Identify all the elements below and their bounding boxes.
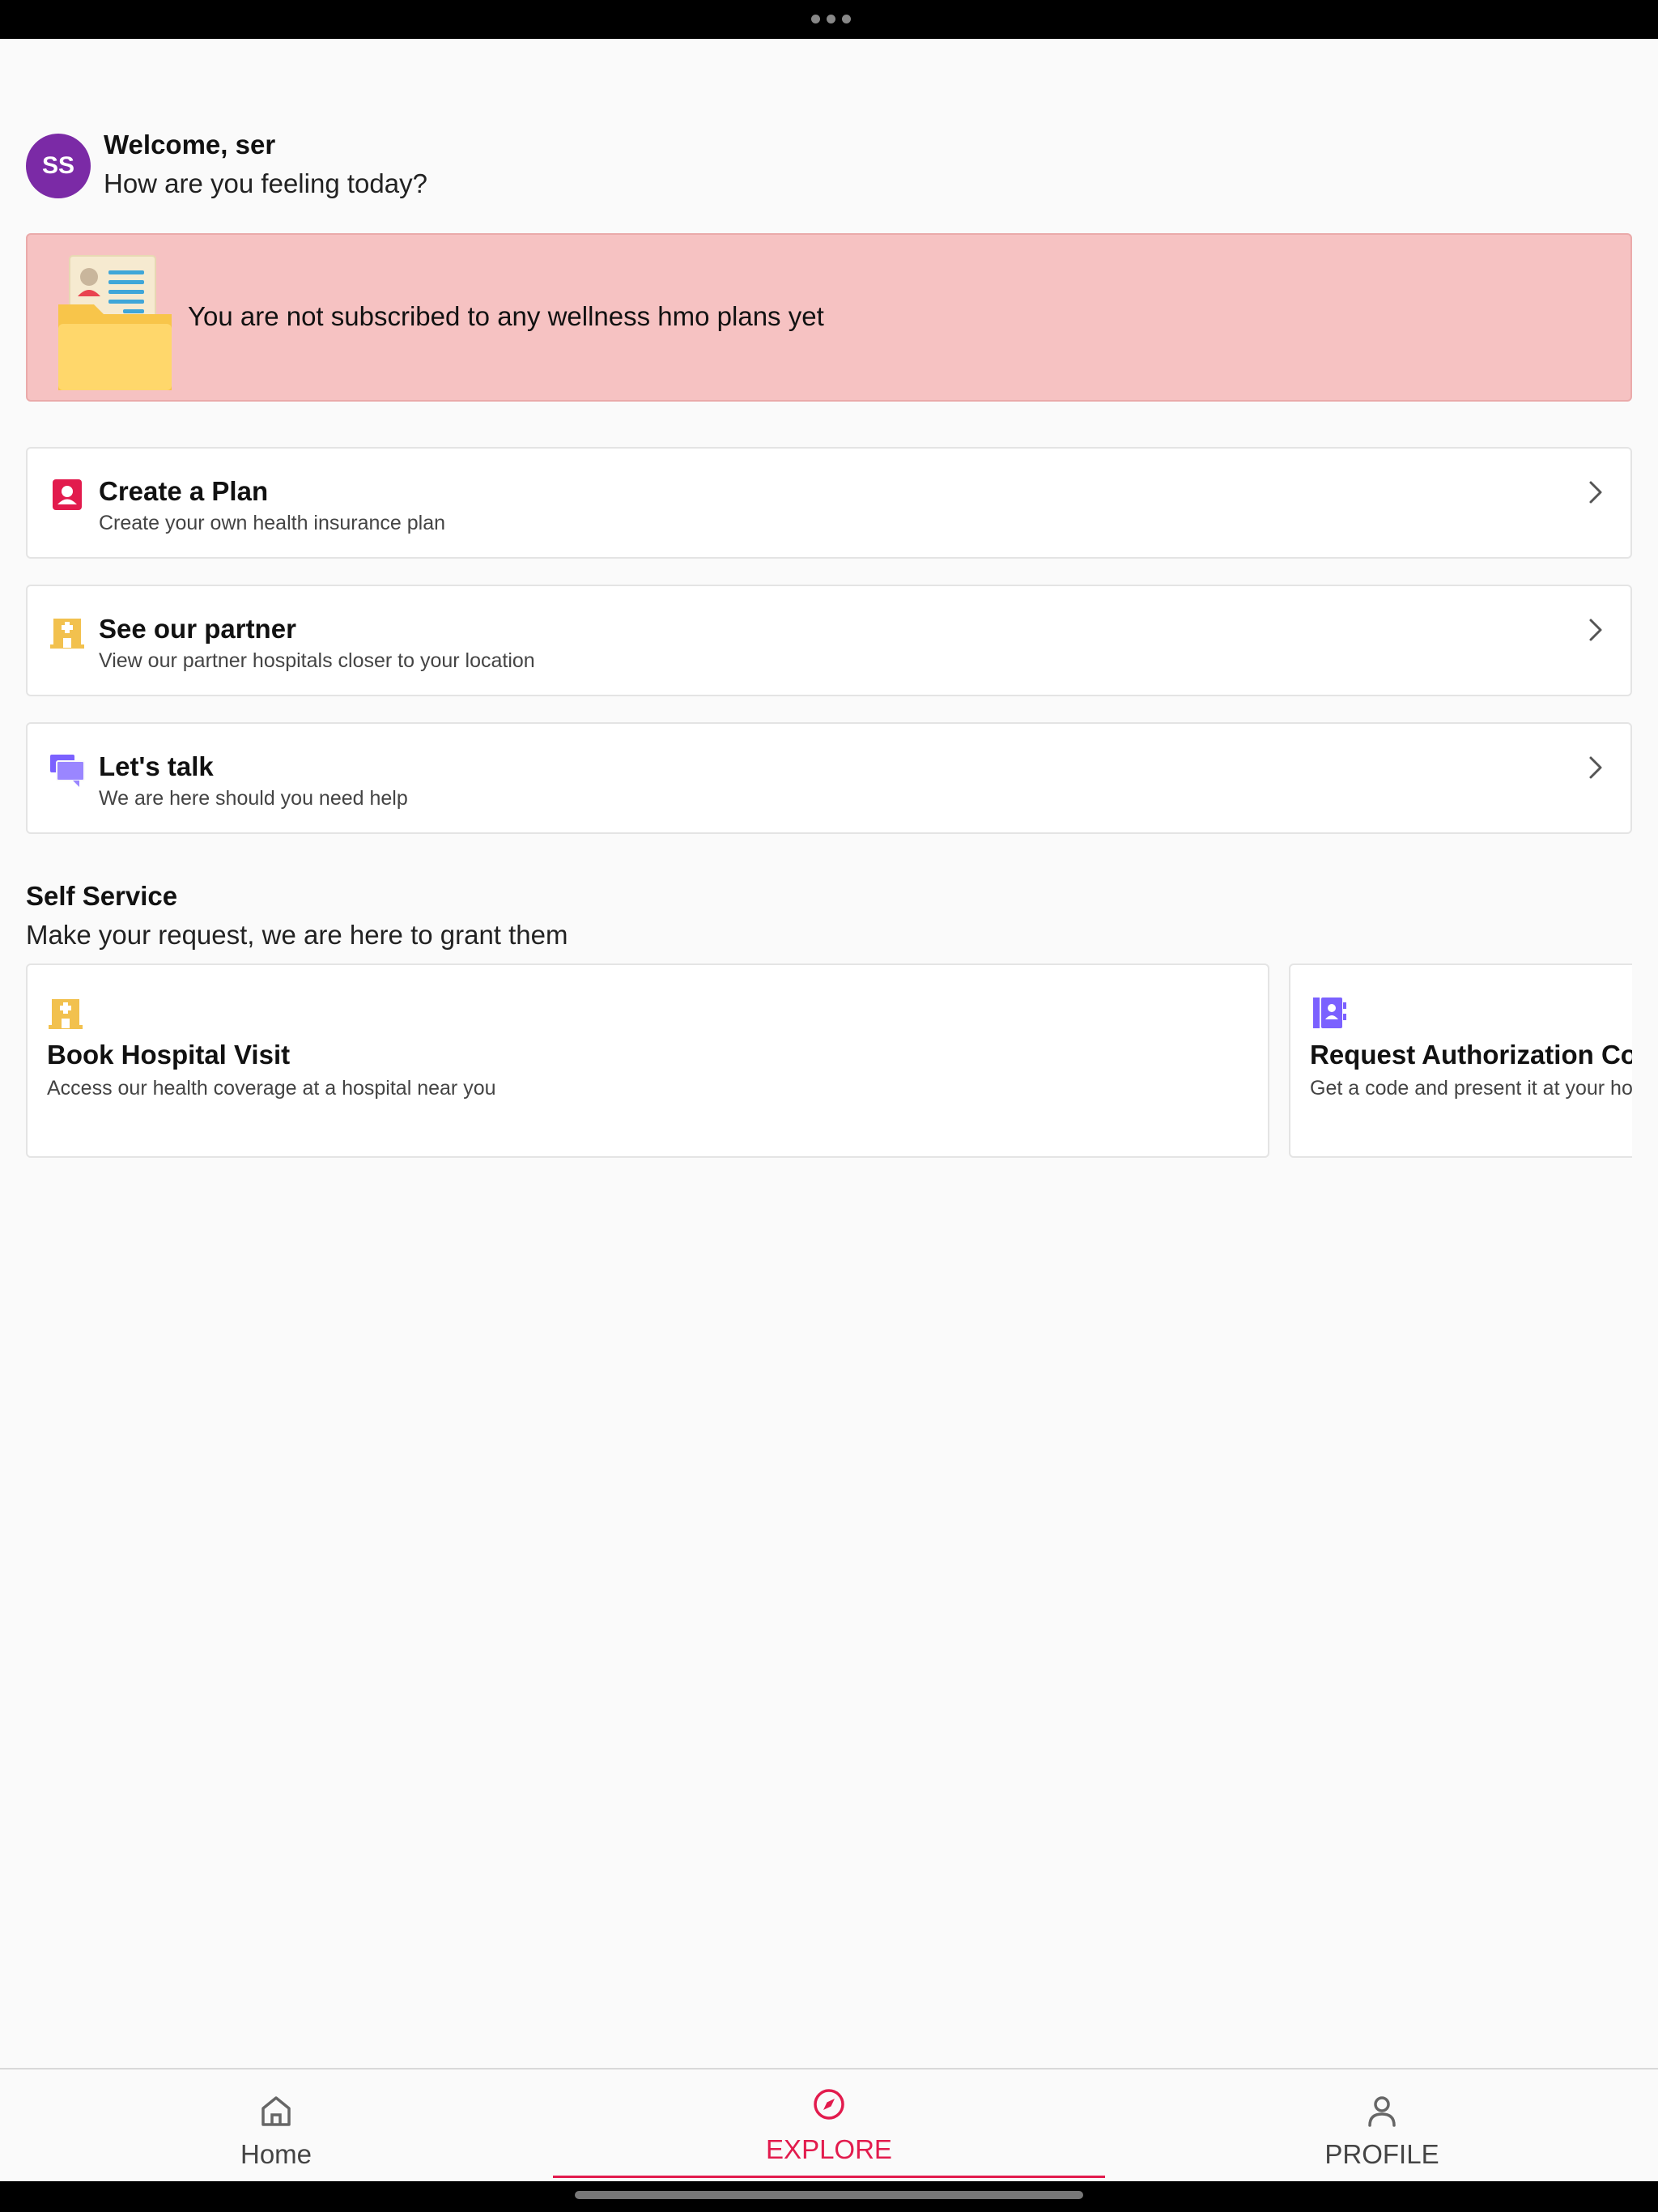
request-authorization-subtitle: Get a code and present it at your ho	[1310, 1077, 1632, 1100]
self-service-title: Self Service	[26, 881, 178, 911]
nav-active-indicator	[553, 2176, 1105, 2178]
person-icon	[1368, 2096, 1396, 2127]
create-plan-subtitle: Create your own health insurance plan	[99, 512, 446, 534]
person-badge-icon	[53, 479, 82, 510]
nav-explore[interactable]: EXPLORE	[553, 2069, 1105, 2183]
book-hospital-card[interactable]: Book Hospital Visit Access our health co…	[26, 963, 1269, 1158]
hospital-icon	[50, 619, 84, 649]
lets-talk-row[interactable]: Let's talk We are here should you need h…	[26, 722, 1632, 834]
book-hospital-subtitle: Access our health coverage at a hospital…	[47, 1077, 496, 1100]
banner-message: You are not subscribed to any wellness h…	[188, 301, 824, 331]
bottom-navigation: Home EXPLORE PROFILE	[0, 2068, 1658, 2181]
contact-book-icon	[1313, 998, 1346, 1028]
welcome-title: Welcome, ser	[104, 130, 276, 160]
chevron-right-icon	[1589, 756, 1602, 779]
lets-talk-subtitle: We are here should you need help	[99, 787, 408, 810]
chat-icon	[50, 755, 85, 787]
home-icon	[261, 2096, 291, 2126]
request-authorization-title: Request Authorization Cod	[1310, 1040, 1632, 1070]
see-partner-row[interactable]: See our partner View our partner hospita…	[26, 585, 1632, 696]
see-partner-subtitle: View our partner hospitals closer to you…	[99, 649, 535, 672]
self-service-carousel[interactable]: Book Hospital Visit Access our health co…	[26, 963, 1632, 1158]
create-plan-row[interactable]: Create a Plan Create your own health ins…	[26, 447, 1632, 559]
see-partner-title: See our partner	[99, 614, 296, 644]
welcome-subtitle: How are you feeling today?	[104, 168, 427, 198]
book-hospital-title: Book Hospital Visit	[47, 1040, 291, 1070]
self-service-subtitle: Make your request, we are here to grant …	[26, 920, 568, 950]
nav-explore-label: EXPLORE	[766, 2134, 892, 2164]
create-plan-title: Create a Plan	[99, 476, 269, 506]
request-authorization-card[interactable]: Request Authorization Cod Get a code and…	[1289, 963, 1632, 1158]
compass-icon	[814, 2089, 844, 2120]
status-bar	[0, 0, 1658, 39]
chevron-right-icon	[1589, 619, 1602, 641]
nav-home-label: Home	[240, 2139, 312, 2169]
hospital-icon	[49, 999, 83, 1029]
subscription-banner: You are not subscribed to any wellness h…	[26, 233, 1632, 402]
lets-talk-title: Let's talk	[99, 751, 214, 781]
nav-profile[interactable]: PROFILE	[1106, 2069, 1658, 2183]
chevron-right-icon	[1589, 481, 1602, 504]
app-screen: SS Welcome, ser How are you feeling toda…	[0, 0, 1658, 2212]
nav-profile-label: PROFILE	[1324, 2139, 1439, 2169]
nav-home[interactable]: Home	[0, 2069, 552, 2183]
home-indicator-area	[0, 2181, 1658, 2212]
avatar[interactable]: SS	[26, 134, 91, 198]
folder-document-icon	[58, 255, 172, 390]
multitask-dots-icon[interactable]	[811, 15, 851, 23]
home-indicator[interactable]	[575, 2191, 1083, 2199]
avatar-initials: SS	[41, 152, 75, 179]
